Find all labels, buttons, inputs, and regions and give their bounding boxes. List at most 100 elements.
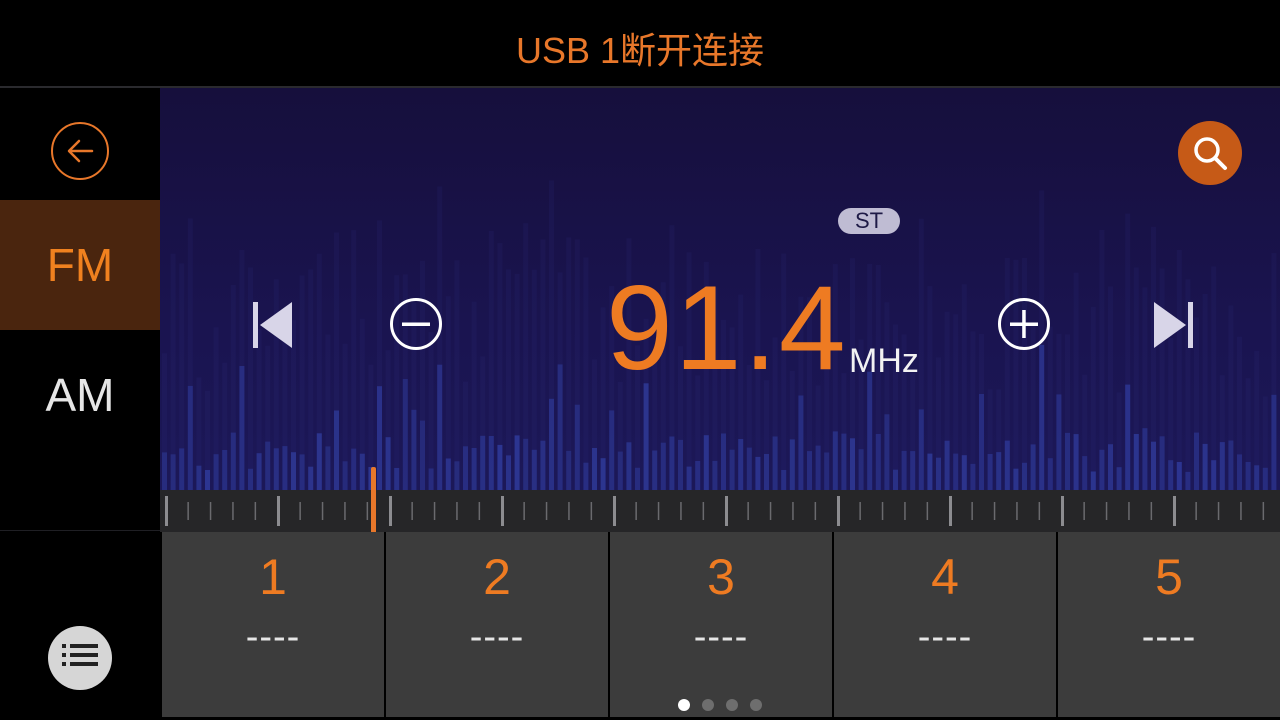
preset-number: 1 [259, 549, 287, 605]
spectrum-glow [351, 230, 357, 490]
tune-down-icon [390, 298, 442, 350]
spectrum-glow [1219, 375, 1225, 490]
dial-minor-tick [411, 502, 413, 520]
spectrum-glow [953, 314, 959, 490]
frequency-dial[interactable] [160, 490, 1280, 532]
spectrum-glow [299, 275, 305, 490]
preset-1-button[interactable]: 1 ---- [162, 532, 384, 717]
spectrum-glow [187, 218, 193, 490]
next-station-button[interactable] [1152, 300, 1196, 355]
back-arrow-icon [67, 139, 94, 163]
dial-major-tick [613, 496, 616, 526]
tune-up-button[interactable] [996, 296, 1052, 357]
spectrum-glow [463, 381, 468, 490]
spectrum-glow [979, 334, 984, 490]
dial-major-tick [949, 496, 952, 526]
spectrum-glow [566, 237, 572, 490]
dial-minor-tick [1038, 502, 1041, 520]
spectrum-glow [179, 263, 185, 490]
tuner-panel: ST 91.4 MHz [160, 88, 1280, 490]
band-fm-button[interactable]: FM [0, 200, 160, 330]
spectrum-glow [531, 269, 537, 490]
preset-5-button[interactable]: 5 ---- [1058, 532, 1280, 717]
dial-minor-tick [1262, 502, 1265, 520]
preset-number: 3 [707, 549, 735, 605]
spectrum-glow [1116, 392, 1122, 490]
spectrum-glow [1176, 250, 1182, 490]
dial-minor-tick [545, 502, 548, 520]
next-station-icon [1154, 302, 1193, 348]
dial-minor-tick [814, 502, 817, 520]
spectrum-glow [617, 381, 623, 490]
spectrum-glow [523, 223, 529, 490]
preset-3-button[interactable]: 3 ---- [610, 532, 832, 717]
band-am-button[interactable]: AM [0, 330, 160, 460]
spectrum-glow [445, 296, 451, 490]
page-dot-1[interactable] [678, 699, 690, 711]
dial-minor-tick [859, 502, 861, 520]
spectrum-glow [1004, 258, 1010, 490]
spectrum-glow [497, 243, 503, 490]
preset-name: ---- [693, 616, 749, 658]
dial-minor-tick [1016, 502, 1018, 520]
spectrum-glow [342, 343, 348, 490]
dial-minor-tick [971, 502, 973, 520]
spectrum-glow [1151, 226, 1156, 490]
tune-down-button[interactable] [388, 296, 444, 357]
spectrum-glow [385, 350, 391, 490]
spectrum-glow [162, 353, 167, 490]
preset-4-button[interactable]: 4 ---- [834, 532, 1056, 717]
dial-minor-tick [1105, 502, 1108, 520]
dial-minor-tick [456, 502, 458, 520]
tune-up-icon [998, 298, 1050, 350]
spectrum-glow [574, 239, 580, 490]
preset-name: ---- [245, 616, 301, 658]
dial-major-tick [165, 496, 168, 526]
dial-major-tick [501, 496, 504, 526]
spectrum-glow [1082, 374, 1088, 490]
spectrum-glow [359, 318, 365, 490]
spectrum-glow [230, 285, 236, 490]
spectrum-glow [961, 284, 967, 490]
spectrum-glow [454, 260, 460, 490]
station-list-button[interactable] [48, 626, 112, 690]
dial-minor-tick [232, 502, 234, 520]
spectrum-glow [996, 389, 1002, 490]
dial-major-tick [725, 496, 728, 526]
spectrum-glow [936, 357, 941, 490]
preset-2-button[interactable]: 2 ---- [386, 532, 608, 717]
spectrum-glow [1022, 257, 1027, 490]
spectrum-glow [1168, 338, 1174, 490]
sidebar-divider [0, 530, 160, 531]
page-dot-2[interactable] [702, 699, 714, 711]
frequency-unit: MHz [849, 342, 919, 380]
page-dot-4[interactable] [750, 699, 762, 711]
top-bar: USB 1断开连接 [0, 0, 1280, 88]
search-button[interactable] [1178, 121, 1242, 185]
preset-name: ---- [917, 616, 973, 658]
page-dot-3[interactable] [726, 699, 738, 711]
dial-minor-tick [1195, 502, 1197, 520]
spectrum-glow [583, 257, 589, 490]
spectrum-glow [239, 250, 245, 490]
dial-minor-tick [769, 502, 772, 520]
spectrum-glow [1254, 350, 1260, 490]
dial-scale [165, 496, 1265, 526]
spectrum-glow [944, 311, 950, 490]
spectrum-glow [1202, 294, 1208, 490]
dial-minor-tick [904, 502, 906, 520]
dial-minor-tick [568, 502, 570, 520]
dial-major-tick [277, 496, 280, 526]
spectrum-glow [471, 301, 477, 490]
dial-major-tick [837, 496, 840, 526]
spectrum-glow [196, 377, 202, 490]
dial-minor-tick [299, 502, 301, 520]
previous-station-button[interactable] [250, 300, 294, 355]
dial-minor-tick [254, 502, 257, 520]
dial-minor-tick [635, 502, 637, 520]
spectrum-glow [549, 180, 554, 490]
back-button[interactable] [51, 122, 109, 180]
previous-station-icon [253, 302, 292, 348]
spectrum-glow [1271, 253, 1277, 490]
spectrum-glow [205, 390, 210, 490]
